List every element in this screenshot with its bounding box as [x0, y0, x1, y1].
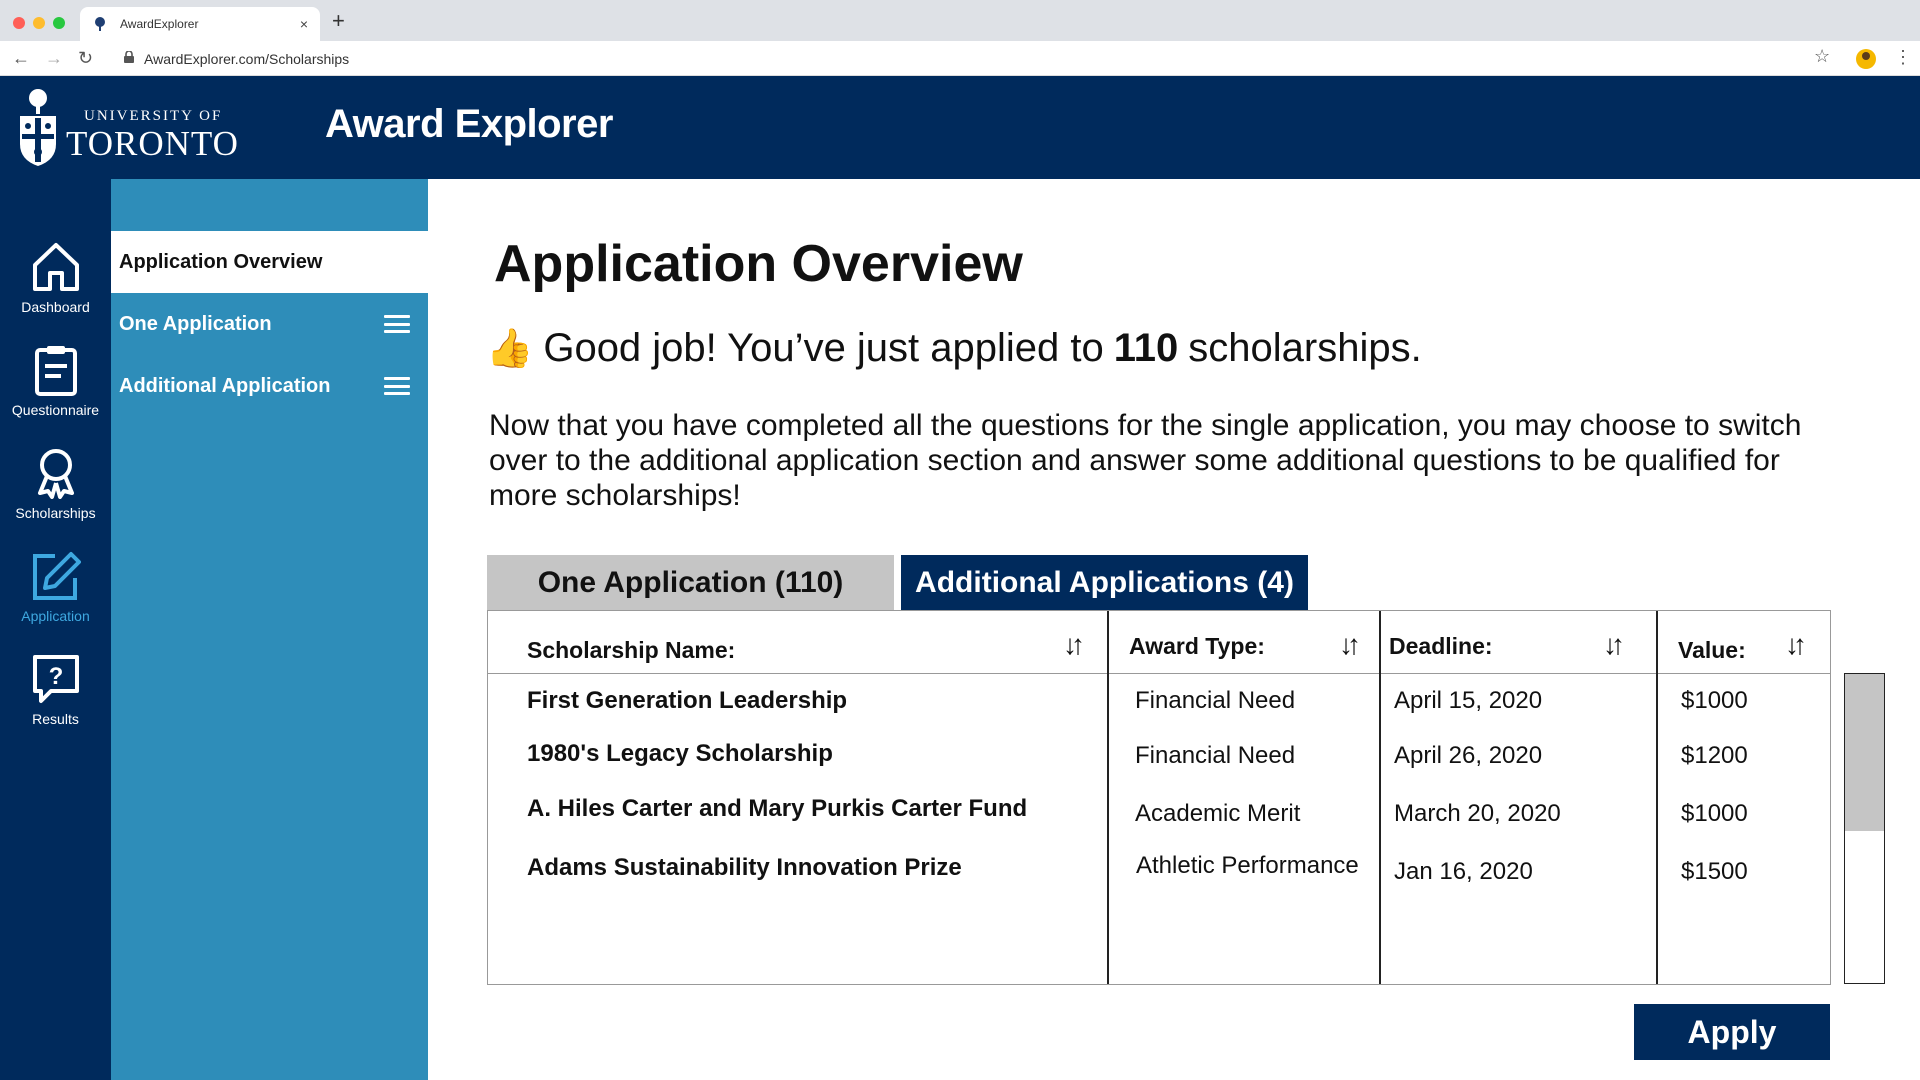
maximize-window-button[interactable]	[53, 17, 65, 29]
column-divider	[1379, 611, 1381, 984]
hamburger-icon[interactable]	[384, 315, 410, 333]
bookmark-star-icon[interactable]: ☆	[1814, 46, 1830, 67]
rail-label: Application	[21, 608, 90, 624]
new-tab-button[interactable]: +	[332, 9, 345, 33]
rail-item-dashboard[interactable]: Dashboard	[0, 241, 111, 315]
hamburger-icon[interactable]	[384, 377, 410, 395]
cell-award-type: Athletic Performance	[1136, 852, 1359, 879]
close-tab-icon[interactable]: ×	[300, 16, 308, 32]
cell-scholarship-name[interactable]: First Generation Leadership	[527, 687, 847, 715]
secondary-sidebar: Application Overview One Application Add…	[111, 179, 428, 1080]
table-scrollbar[interactable]	[1844, 673, 1885, 984]
success-suffix: scholarships.	[1188, 326, 1422, 370]
rail-label: Scholarships	[15, 505, 96, 521]
tab-one-application[interactable]: One Application (110)	[487, 555, 894, 610]
university-name-line2: TORONTO	[66, 124, 239, 163]
cell-scholarship-name[interactable]: Adams Sustainability Innovation Prize	[527, 854, 962, 882]
address-row: ← → ↻ AwardExplorer.com/Scholarships ☆ ⋮	[0, 41, 1920, 76]
tab-additional-applications[interactable]: Additional Applications (4)	[901, 555, 1308, 610]
sort-icon[interactable]: ↓↑	[1063, 629, 1085, 661]
university-crest-logo	[20, 89, 56, 166]
rail-item-questionnaire[interactable]: Questionnaire	[0, 344, 111, 418]
thumbs-up-icon: 👍	[486, 327, 534, 370]
cell-deadline: Jan 16, 2020	[1394, 858, 1533, 885]
profile-avatar[interactable]	[1856, 49, 1876, 69]
submenu-label: Application Overview	[119, 250, 323, 273]
home-icon	[32, 243, 79, 291]
browser-tab[interactable]: AwardExplorer ×	[80, 7, 320, 41]
instruction-paragraph: Now that you have completed all the ques…	[489, 409, 1802, 512]
url-text: AwardExplorer.com/Scholarships	[144, 50, 350, 67]
site-header: UNIVERSITY OF TORONTO Award Explorer	[0, 76, 1920, 179]
tab-title: AwardExplorer	[120, 17, 199, 31]
award-ribbon-icon	[37, 449, 74, 499]
submenu-item-additional-application[interactable]: Additional Application	[111, 355, 428, 417]
reload-icon[interactable]: ↻	[78, 47, 93, 69]
cell-value: $1200	[1681, 742, 1748, 769]
cell-deadline: March 20, 2020	[1394, 800, 1561, 827]
minimize-window-button[interactable]	[33, 17, 45, 29]
browser-tab-bar: AwardExplorer × +	[0, 0, 1920, 41]
clipboard-icon	[34, 346, 77, 396]
cell-value: $1000	[1681, 687, 1748, 714]
app-brand-title: Award Explorer	[325, 102, 613, 146]
column-header-award-type: Award Type:	[1129, 632, 1265, 659]
cell-scholarship-name[interactable]: 1980's Legacy Scholarship	[527, 740, 833, 768]
cell-award-type: Academic Merit	[1135, 800, 1301, 827]
sort-icon[interactable]: ↓↑	[1603, 629, 1625, 661]
tree-favicon-icon	[92, 16, 108, 32]
scholarship-table: Scholarship Name: ↓↑ Award Type: ↓↑ Dead…	[487, 610, 1831, 985]
cell-deadline: April 26, 2020	[1394, 742, 1543, 769]
sort-icon[interactable]: ↓↑	[1339, 629, 1361, 661]
submenu-item-application-overview[interactable]: Application Overview	[111, 231, 428, 293]
browser-chrome: AwardExplorer × + ← → ↻ AwardExplorer.co…	[0, 0, 1920, 76]
submenu-label: Additional Application	[119, 374, 331, 397]
edit-icon	[32, 552, 81, 600]
column-header-deadline: Deadline:	[1389, 632, 1493, 659]
rail-item-results[interactable]: ? Results	[0, 653, 111, 727]
cell-value: $1000	[1681, 800, 1748, 827]
cell-award-type: Financial Need	[1135, 742, 1296, 769]
back-icon[interactable]: ←	[12, 47, 30, 69]
question-bubble-icon: ?	[32, 655, 79, 703]
cell-value: $1500	[1681, 858, 1748, 885]
submenu-label: One Application	[119, 312, 272, 335]
column-divider	[1107, 611, 1109, 984]
page-title: Application Overview	[494, 235, 1023, 293]
scrollbar-thumb[interactable]	[1845, 674, 1884, 831]
column-header-name: Scholarship Name:	[527, 636, 736, 663]
cell-deadline: April 15, 2020	[1394, 687, 1543, 714]
address-bar[interactable]: AwardExplorer.com/Scholarships	[112, 45, 1802, 72]
lock-icon	[124, 50, 134, 66]
window-controls	[13, 17, 65, 29]
column-header-value: Value:	[1678, 636, 1746, 663]
sort-icon[interactable]: ↓↑	[1785, 629, 1807, 661]
rail-item-application[interactable]: Application	[0, 550, 111, 624]
primary-sidebar: Dashboard Questionnaire Scholarships App…	[0, 179, 111, 1080]
forward-icon[interactable]: →	[45, 47, 63, 69]
rail-label: Dashboard	[21, 299, 90, 315]
success-prefix: Good job! You’ve just applied to	[543, 326, 1104, 370]
rail-label: Results	[32, 711, 79, 727]
submenu-item-one-application[interactable]: One Application	[111, 293, 428, 355]
browser-menu-icon[interactable]: ⋮	[1894, 47, 1912, 68]
success-message: 👍 Good job! You’ve just applied to 110 s…	[486, 326, 1422, 371]
rail-item-scholarships[interactable]: Scholarships	[0, 447, 111, 521]
close-window-button[interactable]	[13, 17, 25, 29]
cell-scholarship-name[interactable]: A. Hiles Carter and Mary Purkis Carter F…	[527, 795, 1027, 823]
cell-award-type: Financial Need	[1135, 687, 1296, 714]
university-name-line1: UNIVERSITY OF	[84, 108, 223, 124]
rail-label: Questionnaire	[11, 402, 100, 418]
column-divider	[1656, 611, 1658, 984]
apply-button[interactable]: Apply	[1634, 1004, 1830, 1060]
applied-count: 110	[1113, 326, 1179, 370]
svg-text:?: ?	[48, 663, 63, 690]
